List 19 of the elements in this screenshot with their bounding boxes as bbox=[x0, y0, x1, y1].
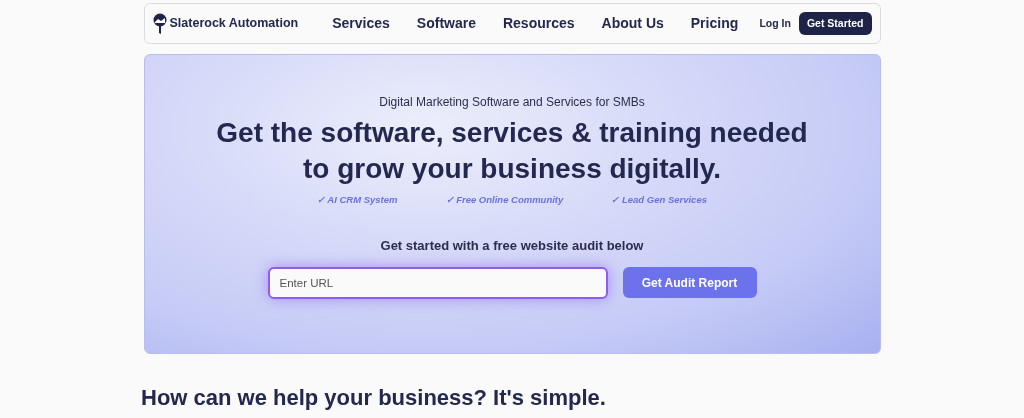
feature-item: ✓ Free Online Community bbox=[445, 193, 564, 207]
hero-eyebrow: Digital Marketing Software and Services for SMBs bbox=[379, 94, 645, 111]
hero-title-line: Get the software, services & training needed bbox=[216, 116, 808, 150]
nav-link[interactable]: Pricing bbox=[690, 13, 739, 34]
nav-link[interactable]: Software bbox=[416, 13, 476, 34]
audit-prompt: Get started with a free website audit below bbox=[380, 237, 644, 256]
login-link[interactable]: Log In bbox=[759, 15, 791, 32]
logo-icon bbox=[152, 12, 167, 35]
hero-title-line: to grow your business digitally. bbox=[303, 152, 721, 186]
feature-item: ✓ AI CRM System bbox=[317, 193, 398, 207]
nav-link[interactable]: Services bbox=[332, 13, 390, 34]
audit-report-button[interactable]: Get Audit Report bbox=[622, 267, 757, 299]
url-input-field[interactable]: Enter URL bbox=[267, 266, 608, 299]
get-started-button[interactable]: Get Started bbox=[798, 12, 872, 35]
brand-name[interactable]: Slaterock Automation bbox=[169, 14, 299, 33]
section-heading: How can we help your business? It's simple. bbox=[141, 384, 606, 412]
feature-item: ✓ Lead Gen Services bbox=[611, 193, 707, 207]
nav-link[interactable]: About Us bbox=[601, 13, 664, 34]
nav-link[interactable]: Resources bbox=[502, 13, 575, 34]
